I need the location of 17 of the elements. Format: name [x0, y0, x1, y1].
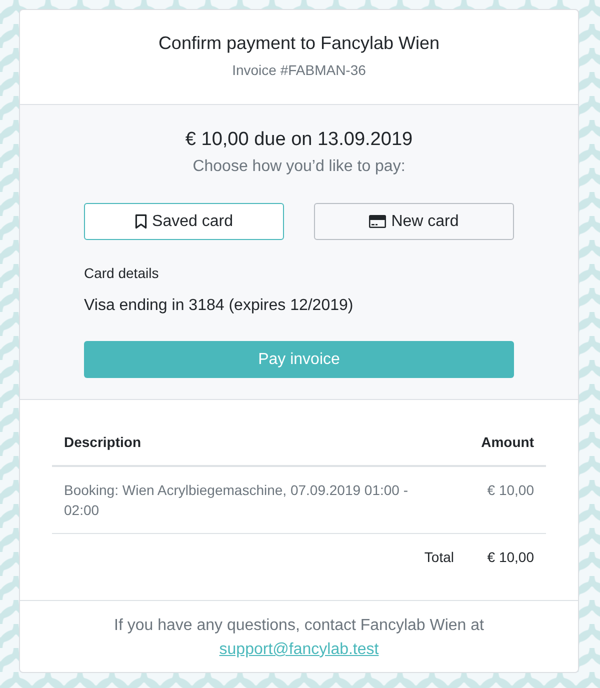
card-details-label: Card details [84, 264, 160, 283]
saved-card-button[interactable]: Saved card [84, 203, 284, 240]
credit-card-icon [369, 215, 386, 228]
page-title: Confirm payment to Fancylab Wien [157, 32, 441, 55]
table-cell: Booking: Wien Acrylbiegemaschine, 07.09.2019 01:00 - 02:00 [52, 466, 466, 534]
total-amount: € 10,00 [466, 534, 546, 580]
column-header: Description [52, 420, 466, 466]
bookmark-icon [135, 214, 148, 229]
payment-prompt: Choose how you’d like to pay: [192, 157, 406, 177]
footer-text: If you have any questions, contact Fancylab Wien at support@fancylab.test [113, 616, 485, 660]
card-details: Visa ending in 3184 (expires 12/2019) [84, 296, 354, 316]
amount-due: € 10,00 due on 13.09.2019 [184, 128, 414, 152]
column-header: Amount [466, 420, 546, 466]
table-cell: € 10,00 [466, 466, 546, 534]
total-label: Total [52, 534, 466, 580]
invoice-number: Invoice #FABMAN-36 [231, 61, 367, 80]
new-card-button[interactable]: New card [314, 203, 514, 240]
